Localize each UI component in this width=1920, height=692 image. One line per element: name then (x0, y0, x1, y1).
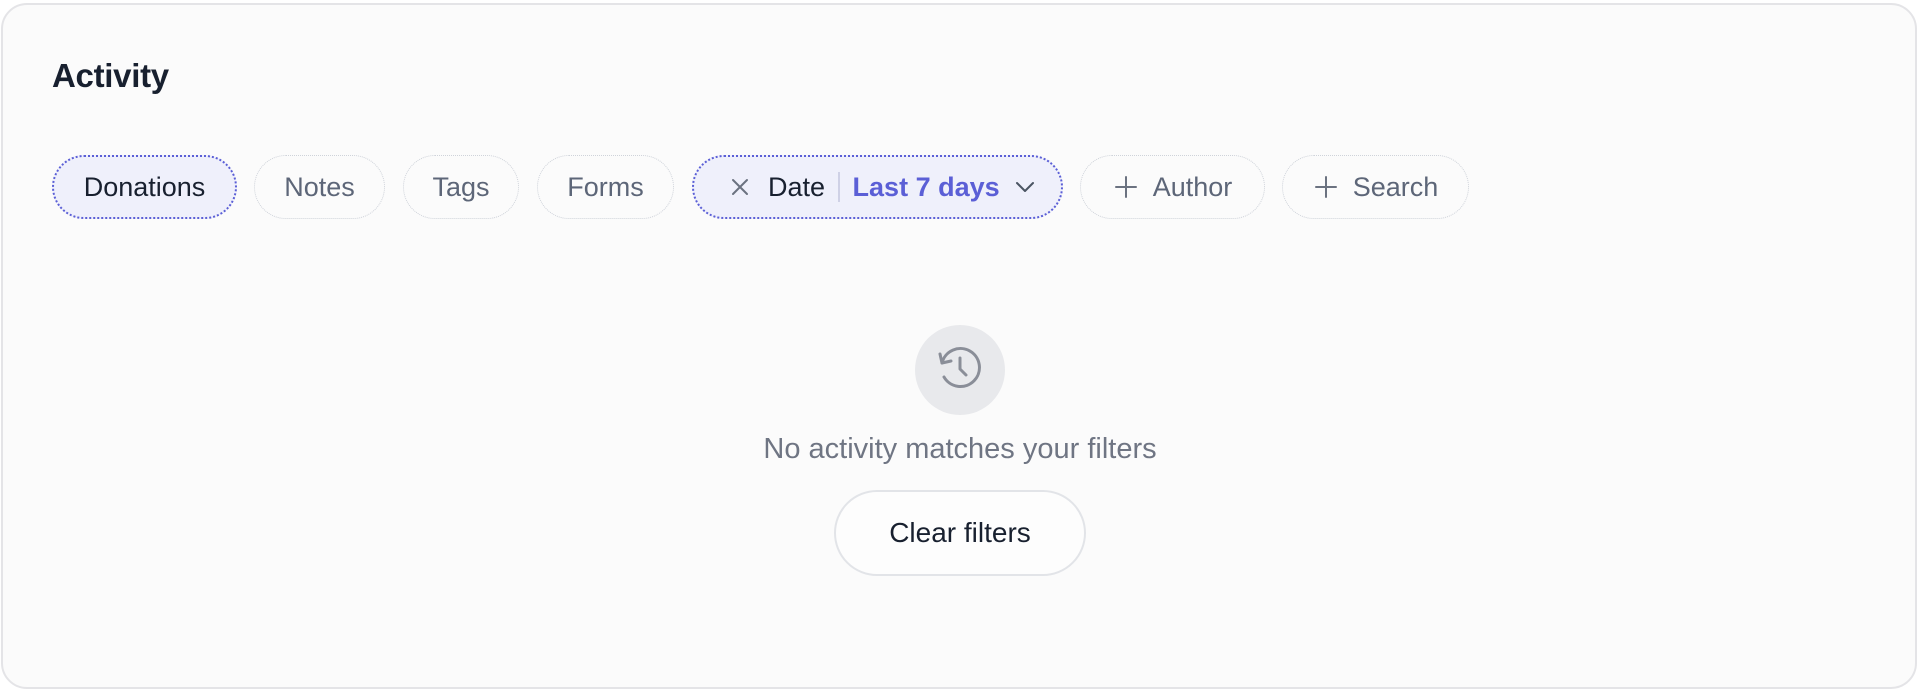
filter-chip-forms[interactable]: Forms (537, 155, 674, 219)
date-filter-label: Date (768, 171, 826, 202)
add-chip-label: Author (1152, 171, 1233, 202)
add-search-filter-chip[interactable]: Search (1282, 155, 1469, 219)
add-author-filter-chip[interactable]: Author (1080, 155, 1265, 219)
empty-state-icon-badge (915, 325, 1005, 415)
date-filter-divider (838, 172, 840, 202)
add-chip-label: Search (1352, 171, 1439, 202)
clear-filters-button[interactable]: Clear filters (834, 490, 1086, 576)
filter-chip-label: Forms (567, 171, 644, 202)
empty-state-message: No activity matches your filters (763, 433, 1157, 465)
filter-chip-tags[interactable]: Tags (403, 155, 519, 219)
filter-chip-label: Donations (83, 171, 206, 202)
history-icon (935, 343, 985, 398)
filter-chip-notes[interactable]: Notes (254, 155, 385, 219)
page-title: Activity (52, 57, 169, 94)
filter-chip-label: Tags (432, 171, 490, 202)
filter-chip-donations[interactable]: Donations (52, 155, 237, 219)
chevron-down-icon[interactable] (1014, 180, 1036, 194)
date-filter-value[interactable]: Last 7 days (853, 172, 1000, 203)
close-icon[interactable] (730, 177, 750, 197)
filter-chip-label: Notes (284, 171, 355, 202)
date-filter-chip[interactable]: Date Last 7 days (692, 155, 1063, 219)
plus-icon (1113, 174, 1139, 200)
plus-icon (1313, 174, 1339, 200)
